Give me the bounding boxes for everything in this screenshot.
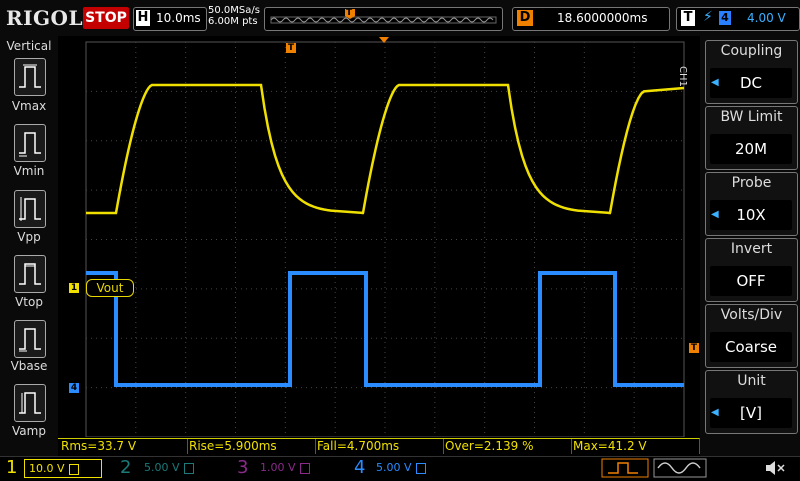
coupling-value: DC	[710, 68, 792, 98]
coupling-icon	[415, 462, 426, 474]
ch2-number[interactable]: 2	[120, 456, 131, 480]
memory-waveform-icon	[270, 9, 497, 24]
ch3-scale-box[interactable]: 1.00 V	[256, 459, 332, 476]
trigger-position-marker[interactable]: T	[286, 43, 296, 53]
center-marker-icon	[379, 37, 389, 43]
ch3-scale: 1.00 V	[260, 461, 296, 474]
menu-channel-tag: CH1	[677, 66, 688, 87]
trigger-level-marker[interactable]: T	[689, 343, 699, 353]
volts-div-menu[interactable]: Volts/Div Coarse	[705, 304, 798, 368]
vpp-label: Vpp	[17, 230, 41, 244]
memory-trigger-marker: T	[346, 8, 353, 18]
volts-div-value: Coarse	[710, 332, 792, 362]
waveform-display[interactable]	[58, 36, 700, 437]
vmin-label: Vmin	[13, 164, 45, 178]
unit-menu[interactable]: Unit [V] ◀	[705, 370, 798, 434]
vmax-icon	[19, 64, 41, 88]
coupling-icon	[299, 462, 310, 474]
unit-title: Unit	[737, 373, 766, 389]
measure-max[interactable]: Max=41.2 V	[570, 438, 700, 454]
vpp-button[interactable]	[14, 190, 46, 228]
vmin-icon	[19, 132, 41, 157]
rigol-logo: RIGOL	[6, 6, 84, 30]
timebase-box[interactable]: H 10.0ms	[133, 7, 207, 31]
measure-rise[interactable]: Rise=5.900ms	[186, 438, 316, 454]
vbase-label: Vbase	[10, 359, 48, 373]
speaker-mute-icon[interactable]	[764, 459, 786, 477]
math-ref-icons[interactable]	[600, 457, 712, 479]
ch2-scale: 5.00 V	[144, 461, 180, 474]
delay-key: D	[517, 10, 533, 26]
rising-edge-icon	[608, 462, 638, 474]
bw-limit-menu[interactable]: BW Limit 20M	[705, 106, 798, 170]
vtop-button[interactable]	[14, 255, 46, 293]
vtop-icon	[19, 263, 41, 285]
vamp-icon	[19, 392, 41, 414]
ch1-label-vout[interactable]: Vout	[86, 279, 134, 297]
bw-limit-value: 20M	[710, 134, 792, 164]
invert-value: OFF	[710, 266, 792, 296]
memory-depth: 6.00M pts	[208, 16, 258, 27]
memory-overview-strip[interactable]: T	[264, 7, 503, 31]
vmax-label: Vmax	[11, 99, 47, 113]
ch3-number[interactable]: 3	[237, 456, 248, 480]
probe-value: 10X	[710, 200, 792, 230]
vamp-button[interactable]	[14, 384, 46, 422]
ch1-offset-marker[interactable]: 1	[69, 283, 79, 293]
trigger-box[interactable]: T ⚡ 4 4.00 V	[676, 7, 800, 31]
acquisition-info: 50.0MSa/s 6.00M pts	[208, 5, 260, 27]
vpp-icon	[19, 197, 41, 221]
volts-div-title: Volts/Div	[720, 307, 783, 323]
trigger-key: T	[681, 10, 695, 26]
left-arrow-icon: ◀	[711, 209, 719, 220]
coupling-title: Coupling	[720, 43, 783, 59]
invert-menu[interactable]: Invert OFF	[705, 238, 798, 302]
vbase-icon	[19, 328, 41, 352]
vmin-button[interactable]	[14, 124, 46, 162]
timebase-key: H	[136, 10, 150, 26]
coupling-icon	[183, 462, 194, 474]
left-arrow-icon: ◀	[711, 77, 719, 88]
ch1-number[interactable]: 1	[6, 456, 17, 480]
ch4-scale: 5.00 V	[376, 461, 412, 474]
bw-limit-title: BW Limit	[720, 109, 783, 125]
measure-overshoot[interactable]: Over=2.139 %	[442, 438, 572, 454]
ch2-scale-box[interactable]: 5.00 V	[140, 459, 216, 476]
timebase-value: 10.0ms	[156, 11, 201, 25]
ch4-number[interactable]: 4	[354, 456, 365, 480]
invert-title: Invert	[730, 241, 773, 257]
vtop-label: Vtop	[15, 295, 43, 309]
measure-fall[interactable]: Fall=4.700ms	[314, 438, 444, 454]
ch1-scale: 10.0 V	[29, 462, 65, 475]
coupling-menu[interactable]: Coupling DC ◀	[705, 40, 798, 104]
run-stop-status[interactable]: STOP	[83, 7, 129, 29]
rising-edge-icon: ⚡	[703, 9, 713, 25]
delay-box[interactable]: D 18.6000000ms	[512, 7, 670, 31]
unit-value: [V]	[710, 398, 792, 428]
left-arrow-icon: ◀	[711, 407, 719, 418]
ch4-offset-marker[interactable]: 4	[69, 383, 79, 393]
vbase-button[interactable]	[14, 320, 46, 358]
probe-title: Probe	[731, 175, 772, 191]
trigger-source: 4	[719, 11, 731, 25]
trigger-level: 4.00 V	[747, 11, 786, 25]
coupling-icon	[68, 463, 79, 475]
probe-menu[interactable]: Probe 10X ◀	[705, 172, 798, 236]
measure-rms[interactable]: Rms=33.7 V	[58, 438, 188, 454]
vamp-label: Vamp	[12, 424, 46, 438]
ch4-scale-box[interactable]: 5.00 V	[372, 459, 448, 476]
vmax-button[interactable]	[14, 58, 46, 96]
sine-icon	[657, 462, 701, 474]
ch1-scale-box[interactable]: 10.0 V	[24, 459, 102, 478]
vertical-panel-title: Vertical	[6, 39, 52, 53]
delay-value: 18.6000000ms	[557, 11, 648, 25]
sample-rate: 50.0MSa/s	[208, 5, 260, 16]
